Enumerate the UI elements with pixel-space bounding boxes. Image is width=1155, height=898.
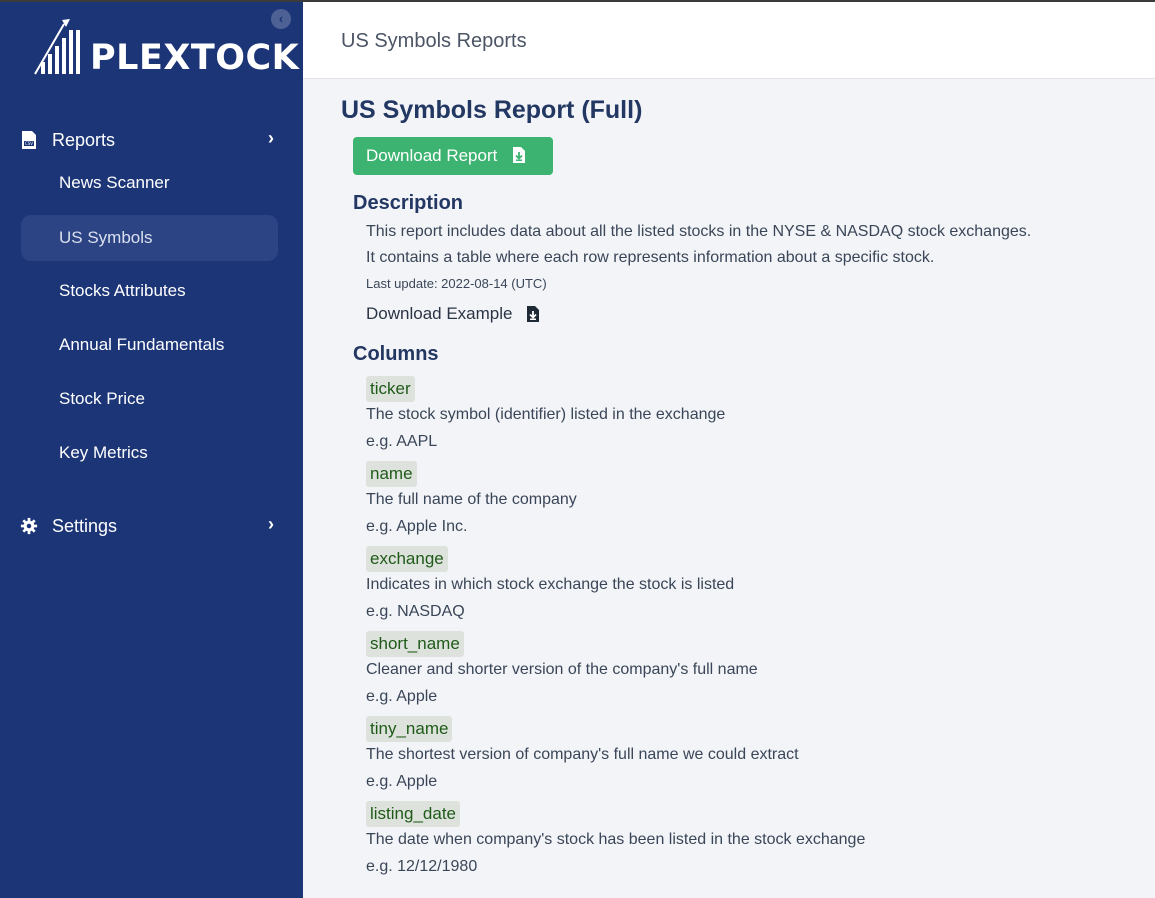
sidebar-item-label: Stock Price — [59, 389, 145, 408]
chevron-right-icon: › — [268, 514, 274, 534]
page-title: US Symbols Report (Full) — [341, 96, 643, 124]
svg-text:CSV: CSV — [25, 141, 33, 146]
column-description: Indicates in which stock exchange the st… — [366, 576, 735, 593]
column-name-tag: short_name — [366, 631, 464, 657]
sidebar-item-news-scanner[interactable]: News Scanner — [21, 160, 278, 206]
file-download-icon[interactable] — [526, 305, 540, 323]
column-example: e.g. Apple Inc. — [366, 518, 468, 535]
description-line: This report includes data about all the … — [366, 223, 1032, 240]
sidebar: ‹ PLEXTOCK CSV Reports › News Scanner US… — [0, 2, 303, 898]
chevron-right-icon: › — [268, 128, 274, 148]
column-example: e.g. 12/12/1980 — [366, 858, 478, 875]
column-name-tag: listing_date — [366, 801, 461, 827]
columns-heading: Columns — [353, 343, 439, 365]
nav-reports-label: Reports — [52, 130, 116, 150]
column-name-tag: ticker — [366, 376, 415, 402]
sidebar-item-key-metrics[interactable]: Key Metrics — [21, 430, 278, 476]
download-report-button[interactable]: Download Report — [353, 137, 553, 175]
description-line: It contains a table where each row repre… — [366, 249, 935, 266]
column-name-tag: exchange — [366, 546, 448, 572]
sidebar-item-label: Annual Fundamentals — [59, 335, 225, 354]
column-example: e.g. Apple — [366, 688, 438, 705]
sidebar-item-label: Key Metrics — [59, 443, 148, 462]
header-title: US Symbols Reports — [341, 30, 527, 52]
column-name-tag: name — [366, 461, 417, 487]
sidebar-item-stock-price[interactable]: Stock Price — [21, 376, 278, 422]
sidebar-item-annual-fundamentals[interactable]: Annual Fundamentals — [21, 322, 278, 368]
column-description: The stock symbol (identifier) listed in … — [366, 406, 726, 423]
logo-text: PLEXTOCK — [90, 38, 300, 78]
page-header: US Symbols Reports — [303, 2, 1155, 79]
column-description: The date when company's stock has been l… — [366, 831, 866, 848]
nav-reports[interactable]: CSV Reports › — [0, 125, 303, 155]
sidebar-item-label: US Symbols — [59, 228, 153, 247]
sidebar-item-label: Stocks Attributes — [59, 281, 186, 300]
gear-icon — [20, 517, 38, 535]
sidebar-item-us-symbols[interactable]: US Symbols — [21, 215, 278, 261]
download-example-link[interactable]: Download Example — [366, 304, 512, 324]
column-example: e.g. Apple — [366, 773, 438, 790]
csv-file-icon: CSV — [22, 131, 36, 149]
column-description: The shortest version of company's full n… — [366, 746, 799, 763]
logo[interactable]: PLEXTOCK — [34, 16, 299, 78]
column-name-tag: tiny_name — [366, 716, 453, 742]
description-heading: Description — [353, 192, 464, 214]
column-example: e.g. AAPL — [366, 433, 438, 450]
chart-bars-logo-icon — [34, 19, 80, 75]
column-description: The full name of the company — [366, 491, 577, 508]
sidebar-item-label: News Scanner — [59, 173, 170, 192]
download-report-label: Download Report — [366, 146, 498, 165]
sidebar-item-stocks-attributes[interactable]: Stocks Attributes — [21, 268, 278, 314]
nav-settings-label: Settings — [52, 516, 118, 536]
column-example: e.g. NASDAQ — [366, 603, 465, 620]
column-description: Cleaner and shorter version of the compa… — [366, 661, 758, 678]
file-download-icon — [513, 147, 525, 163]
last-update-text: Last update: 2022-08-14 (UTC) — [366, 276, 547, 291]
chevron-left-icon: ‹ — [278, 11, 284, 26]
nav-settings[interactable]: Settings › — [0, 511, 303, 541]
